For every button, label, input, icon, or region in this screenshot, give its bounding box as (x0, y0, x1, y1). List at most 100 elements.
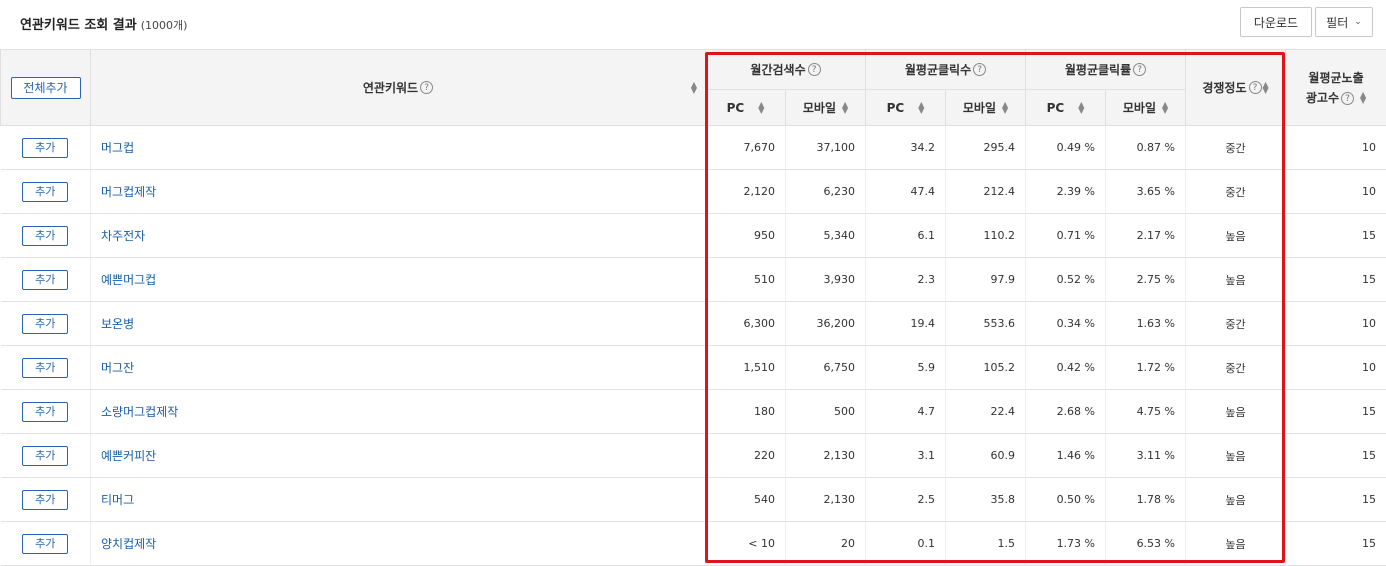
ctr-mobile-cell: 2.75 % (1106, 258, 1186, 302)
add-button[interactable]: 추가 (22, 182, 68, 202)
sort-updown-icon[interactable]: ▲▼ (842, 102, 848, 114)
sort-updown-icon[interactable]: ▲▼ (1078, 102, 1084, 114)
ctr-pc-cell: 1.73 % (1026, 522, 1106, 566)
search-pc-header[interactable]: PC▲▼ (706, 90, 786, 126)
page-title: 연관키워드 조회 결과(1000개) (20, 14, 187, 33)
add-button[interactable]: 추가 (22, 226, 68, 246)
ads-count-cell: 10 (1286, 302, 1386, 346)
search-pc-cell: 950 (706, 214, 786, 258)
avg-ads-header[interactable]: 월평균노출 광고수?▲▼ (1286, 50, 1386, 126)
clicks-mobile-cell: 105.2 (946, 346, 1026, 390)
sort-updown-icon[interactable]: ▲▼ (758, 102, 764, 114)
avg-clicks-header: 월평균클릭수? (866, 50, 1026, 90)
search-pc-cell: 540 (706, 478, 786, 522)
search-mobile-cell: 3,930 (786, 258, 866, 302)
download-button[interactable]: 다운로드 (1240, 7, 1312, 37)
competition-cell: 높음 (1186, 390, 1286, 434)
keyword-link[interactable]: 소량머그컵제작 (91, 390, 706, 434)
search-mobile-cell: 5,340 (786, 214, 866, 258)
search-pc-cell: 180 (706, 390, 786, 434)
search-mobile-cell: 36,200 (786, 302, 866, 346)
ads-count-cell: 10 (1286, 126, 1386, 170)
search-mobile-cell: 2,130 (786, 478, 866, 522)
clicks-mobile-cell: 553.6 (946, 302, 1026, 346)
competition-cell: 높음 (1186, 478, 1286, 522)
search-pc-cell: 510 (706, 258, 786, 302)
search-mobile-cell: 6,750 (786, 346, 866, 390)
sort-updown-icon[interactable]: ▲▼ (1002, 102, 1008, 114)
table-row: 추가 티머그 540 2,130 2.5 35.8 0.50 % 1.78 % … (1, 478, 1386, 522)
competition-cell: 중간 (1186, 170, 1286, 214)
keyword-link[interactable]: 머그컵 (91, 126, 706, 170)
table-row: 추가 보온병 6,300 36,200 19.4 553.6 0.34 % 1.… (1, 302, 1386, 346)
clicks-mobile-cell: 60.9 (946, 434, 1026, 478)
clicks-pc-header[interactable]: PC▲▼ (866, 90, 946, 126)
clicks-mobile-cell: 35.8 (946, 478, 1026, 522)
ctr-pc-header[interactable]: PC▲▼ (1026, 90, 1106, 126)
competition-header[interactable]: 경쟁정도?▲▼ (1186, 50, 1286, 126)
clicks-pc-cell: 34.2 (866, 126, 946, 170)
sort-updown-icon[interactable]: ▲▼ (1162, 102, 1168, 114)
clicks-pc-cell: 19.4 (866, 302, 946, 346)
clicks-mobile-cell: 295.4 (946, 126, 1026, 170)
ads-count-cell: 10 (1286, 170, 1386, 214)
add-button[interactable]: 추가 (22, 490, 68, 510)
question-circle-icon[interactable]: ? (973, 63, 986, 76)
ctr-pc-cell: 0.52 % (1026, 258, 1106, 302)
add-button[interactable]: 추가 (22, 446, 68, 466)
add-button[interactable]: 추가 (22, 138, 68, 158)
ctr-mobile-cell: 4.75 % (1106, 390, 1186, 434)
question-circle-icon[interactable]: ? (808, 63, 821, 76)
question-circle-icon[interactable]: ? (1133, 63, 1146, 76)
table-row: 추가 머그컵제작 2,120 6,230 47.4 212.4 2.39 % 3… (1, 170, 1386, 214)
sort-updown-icon[interactable]: ▲▼ (691, 82, 697, 94)
search-mobile-cell: 20 (786, 522, 866, 566)
question-circle-icon[interactable]: ? (1341, 92, 1354, 105)
clicks-pc-cell: 4.7 (866, 390, 946, 434)
competition-cell: 높음 (1186, 522, 1286, 566)
add-button[interactable]: 추가 (22, 534, 68, 554)
add-button[interactable]: 추가 (22, 314, 68, 334)
filter-button[interactable]: 필터⌄ (1315, 7, 1373, 37)
competition-cell: 중간 (1186, 126, 1286, 170)
add-button[interactable]: 추가 (22, 270, 68, 290)
question-circle-icon[interactable]: ? (420, 81, 433, 94)
add-all-button[interactable]: 전체추가 (11, 77, 81, 99)
ctr-mobile-cell: 0.87 % (1106, 126, 1186, 170)
clicks-mobile-cell: 212.4 (946, 170, 1026, 214)
sort-updown-icon[interactable]: ▲▼ (1263, 82, 1269, 94)
ctr-mobile-cell: 1.72 % (1106, 346, 1186, 390)
sort-updown-icon[interactable]: ▲▼ (1360, 92, 1366, 104)
keyword-link[interactable]: 차주전자 (91, 214, 706, 258)
ctr-pc-cell: 2.68 % (1026, 390, 1106, 434)
clicks-pc-cell: 2.5 (866, 478, 946, 522)
question-circle-icon[interactable]: ? (1249, 81, 1262, 94)
clicks-pc-cell: 2.3 (866, 258, 946, 302)
keyword-link[interactable]: 머그잔 (91, 346, 706, 390)
ctr-mobile-cell: 3.65 % (1106, 170, 1186, 214)
keyword-column-header[interactable]: 연관키워드 ? ▲▼ (91, 50, 706, 126)
keyword-link[interactable]: 머그컵제작 (91, 170, 706, 214)
ctr-pc-cell: 0.71 % (1026, 214, 1106, 258)
keyword-link[interactable]: 예쁜커피잔 (91, 434, 706, 478)
ads-count-cell: 15 (1286, 258, 1386, 302)
table-row: 추가 머그잔 1,510 6,750 5.9 105.2 0.42 % 1.72… (1, 346, 1386, 390)
ctr-pc-cell: 1.46 % (1026, 434, 1106, 478)
ctr-pc-cell: 2.39 % (1026, 170, 1106, 214)
add-button[interactable]: 추가 (22, 358, 68, 378)
keyword-link[interactable]: 예쁜머그컵 (91, 258, 706, 302)
keyword-link[interactable]: 티머그 (91, 478, 706, 522)
add-button[interactable]: 추가 (22, 402, 68, 422)
clicks-mobile-header[interactable]: 모바일▲▼ (946, 90, 1026, 126)
ctr-pc-cell: 0.49 % (1026, 126, 1106, 170)
ctr-mobile-header[interactable]: 모바일▲▼ (1106, 90, 1186, 126)
sort-updown-icon[interactable]: ▲▼ (918, 102, 924, 114)
ctr-pc-cell: 0.34 % (1026, 302, 1106, 346)
table-row: 추가 소량머그컵제작 180 500 4.7 22.4 2.68 % 4.75 … (1, 390, 1386, 434)
table-row: 추가 양치컵제작 < 10 20 0.1 1.5 1.73 % 6.53 % 높… (1, 522, 1386, 566)
keyword-link[interactable]: 양치컵제작 (91, 522, 706, 566)
search-mobile-header[interactable]: 모바일▲▼ (786, 90, 866, 126)
keyword-link[interactable]: 보온병 (91, 302, 706, 346)
search-pc-cell: 1,510 (706, 346, 786, 390)
result-count: (1000개) (141, 19, 188, 32)
